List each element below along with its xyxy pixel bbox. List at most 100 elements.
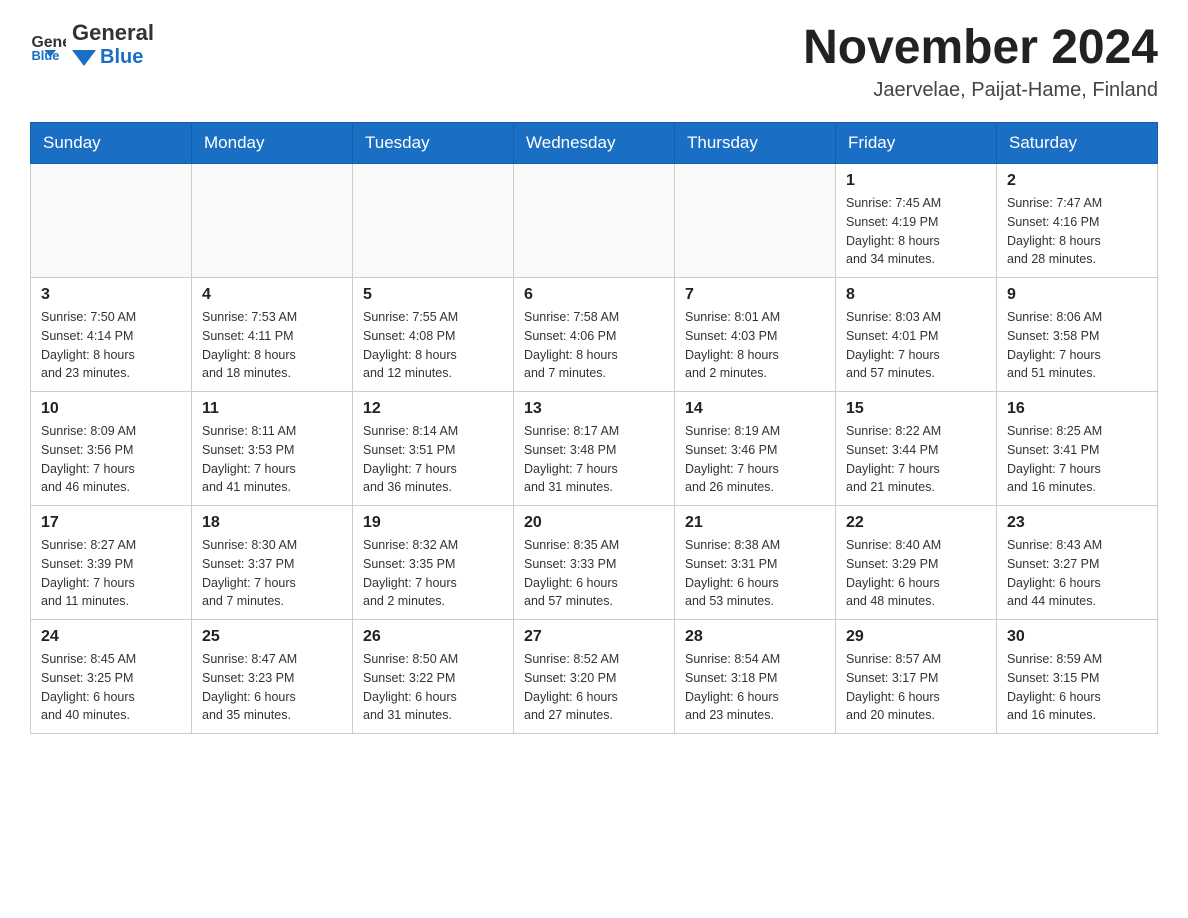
- day-header-wednesday: Wednesday: [514, 123, 675, 164]
- logo: General Blue General Blue: [30, 20, 154, 69]
- calendar-cell: 1Sunrise: 7:45 AM Sunset: 4:19 PM Daylig…: [836, 164, 997, 278]
- day-info: Sunrise: 7:58 AM Sunset: 4:06 PM Dayligh…: [524, 308, 664, 383]
- day-number: 12: [363, 400, 503, 418]
- day-info: Sunrise: 8:38 AM Sunset: 3:31 PM Dayligh…: [685, 536, 825, 611]
- day-number: 25: [202, 628, 342, 646]
- day-info: Sunrise: 8:43 AM Sunset: 3:27 PM Dayligh…: [1007, 536, 1147, 611]
- calendar-cell: 11 Sunrise: 8:11 AM Sunset: 3:53 PM Dayli…: [192, 392, 353, 506]
- day-info: Sunrise: 8:40 AM Sunset: 3:29 PM Dayligh…: [846, 536, 986, 611]
- day-info: Sunrise: 8:30 AM Sunset: 3:37 PM Dayligh…: [202, 536, 342, 611]
- calendar-cell: [31, 164, 192, 278]
- day-info: Sunrise: 8:50 AM Sunset: 3:22 PM Dayligh…: [363, 650, 503, 725]
- day-header-monday: Monday: [192, 123, 353, 164]
- calendar-cell: 14 Sunrise: 8:19 AM Sunset: 3:46 PM Dayli…: [675, 392, 836, 506]
- day-info: Sunrise: 8:25 AM Sunset: 3:41 PM Dayligh…: [1007, 422, 1147, 497]
- day-header-thursday: Thursday: [675, 123, 836, 164]
- day-info: Sunrise: 8:45 AM Sunset: 3:25 PM Dayligh…: [41, 650, 181, 725]
- day-number: 27: [524, 628, 664, 646]
- calendar-cell: 6 Sunrise: 7:58 AM Sunset: 4:06 PM Daylig…: [514, 278, 675, 392]
- day-number: 8: [846, 286, 986, 304]
- day-number: 7: [685, 286, 825, 304]
- calendar-cell: [192, 164, 353, 278]
- day-info: Sunrise: 8:27 AM Sunset: 3:39 PM Dayligh…: [41, 536, 181, 611]
- week-row-4: 17 Sunrise: 8:27 AM Sunset: 3:39 PM Dayli…: [31, 506, 1158, 620]
- day-number: 4: [202, 286, 342, 304]
- calendar-cell: 7 Sunrise: 8:01 AM Sunset: 4:03 PM Daylig…: [675, 278, 836, 392]
- day-number: 14: [685, 400, 825, 418]
- day-info: Sunrise: 8:14 AM Sunset: 3:51 PM Dayligh…: [363, 422, 503, 497]
- day-number: 23: [1007, 514, 1147, 532]
- calendar-cell: 8 Sunrise: 8:03 AM Sunset: 4:01 PM Daylig…: [836, 278, 997, 392]
- day-number: 17: [41, 514, 181, 532]
- day-info: Sunrise: 8:01 AM Sunset: 4:03 PM Dayligh…: [685, 308, 825, 383]
- day-number: 10: [41, 400, 181, 418]
- day-info: Sunrise: 8:59 AM Sunset: 3:15 PM Dayligh…: [1007, 650, 1147, 725]
- day-number: 29: [846, 628, 986, 646]
- day-info: Sunrise: 7:50 AM Sunset: 4:14 PM Dayligh…: [41, 308, 181, 383]
- day-info: Sunrise: 8:32 AM Sunset: 3:35 PM Dayligh…: [363, 536, 503, 611]
- calendar-cell: 28 Sunrise: 8:54 AM Sunset: 3:18 PM Dayli…: [675, 620, 836, 734]
- day-info: Sunrise: 8:19 AM Sunset: 3:46 PM Dayligh…: [685, 422, 825, 497]
- calendar-cell: 20 Sunrise: 8:35 AM Sunset: 3:33 PM Dayli…: [514, 506, 675, 620]
- day-header-tuesday: Tuesday: [353, 123, 514, 164]
- day-info: Sunrise: 8:54 AM Sunset: 3:18 PM Dayligh…: [685, 650, 825, 725]
- calendar-cell: 22 Sunrise: 8:40 AM Sunset: 3:29 PM Dayli…: [836, 506, 997, 620]
- day-number: 21: [685, 514, 825, 532]
- day-number: 24: [41, 628, 181, 646]
- day-number: 1: [846, 172, 986, 190]
- day-info: Sunrise: 8:03 AM Sunset: 4:01 PM Dayligh…: [846, 308, 986, 383]
- week-row-5: 24 Sunrise: 8:45 AM Sunset: 3:25 PM Dayli…: [31, 620, 1158, 734]
- day-number: 20: [524, 514, 664, 532]
- calendar-cell: 2Sunrise: 7:47 AM Sunset: 4:16 PM Daylig…: [997, 164, 1158, 278]
- day-number: 30: [1007, 628, 1147, 646]
- calendar-cell: 17 Sunrise: 8:27 AM Sunset: 3:39 PM Dayli…: [31, 506, 192, 620]
- day-info: Sunrise: 7:53 AM Sunset: 4:11 PM Dayligh…: [202, 308, 342, 383]
- calendar-cell: 13Sunrise: 8:17 AM Sunset: 3:48 PM Dayli…: [514, 392, 675, 506]
- day-number: 11: [202, 400, 342, 418]
- svg-text:Blue: Blue: [31, 48, 59, 63]
- day-number: 13: [524, 400, 664, 418]
- day-number: 6: [524, 286, 664, 304]
- day-info: Sunrise: 8:11 AM Sunset: 3:53 PM Dayligh…: [202, 422, 342, 497]
- calendar-cell: [514, 164, 675, 278]
- day-number: 3: [41, 286, 181, 304]
- day-number: 15: [846, 400, 986, 418]
- calendar-cell: [675, 164, 836, 278]
- calendar-header-row: SundayMondayTuesdayWednesdayThursdayFrid…: [31, 123, 1158, 164]
- logo-icon: General Blue: [30, 27, 66, 63]
- day-info: Sunrise: 8:47 AM Sunset: 3:23 PM Dayligh…: [202, 650, 342, 725]
- month-year-title: November 2024: [803, 20, 1158, 75]
- week-row-1: 1Sunrise: 7:45 AM Sunset: 4:19 PM Daylig…: [31, 164, 1158, 278]
- calendar-cell: 23 Sunrise: 8:43 AM Sunset: 3:27 PM Dayli…: [997, 506, 1158, 620]
- page-header: General Blue General Blue November 2024 …: [30, 20, 1158, 102]
- day-info: Sunrise: 8:35 AM Sunset: 3:33 PM Dayligh…: [524, 536, 664, 611]
- calendar-cell: 26Sunrise: 8:50 AM Sunset: 3:22 PM Dayli…: [353, 620, 514, 734]
- calendar-cell: 21 Sunrise: 8:38 AM Sunset: 3:31 PM Dayli…: [675, 506, 836, 620]
- day-number: 28: [685, 628, 825, 646]
- day-number: 5: [363, 286, 503, 304]
- day-header-saturday: Saturday: [997, 123, 1158, 164]
- day-info: Sunrise: 8:09 AM Sunset: 3:56 PM Dayligh…: [41, 422, 181, 497]
- week-row-3: 10 Sunrise: 8:09 AM Sunset: 3:56 PM Dayli…: [31, 392, 1158, 506]
- day-info: Sunrise: 8:52 AM Sunset: 3:20 PM Dayligh…: [524, 650, 664, 725]
- day-number: 18: [202, 514, 342, 532]
- day-number: 16: [1007, 400, 1147, 418]
- calendar-cell: 12 Sunrise: 8:14 AM Sunset: 3:51 PM Dayli…: [353, 392, 514, 506]
- calendar-cell: 18 Sunrise: 8:30 AM Sunset: 3:37 PM Dayli…: [192, 506, 353, 620]
- day-header-friday: Friday: [836, 123, 997, 164]
- day-number: 22: [846, 514, 986, 532]
- calendar-cell: 10 Sunrise: 8:09 AM Sunset: 3:56 PM Dayli…: [31, 392, 192, 506]
- calendar-table: SundayMondayTuesdayWednesdayThursdayFrid…: [30, 122, 1158, 734]
- day-number: 9: [1007, 286, 1147, 304]
- calendar-cell: 29Sunrise: 8:57 AM Sunset: 3:17 PM Dayli…: [836, 620, 997, 734]
- calendar-cell: 24 Sunrise: 8:45 AM Sunset: 3:25 PM Dayli…: [31, 620, 192, 734]
- week-row-2: 3 Sunrise: 7:50 AM Sunset: 4:14 PM Daylig…: [31, 278, 1158, 392]
- day-number: 19: [363, 514, 503, 532]
- calendar-cell: 4 Sunrise: 7:53 AM Sunset: 4:11 PM Daylig…: [192, 278, 353, 392]
- calendar-cell: 16 Sunrise: 8:25 AM Sunset: 3:41 PM Dayli…: [997, 392, 1158, 506]
- calendar-cell: [353, 164, 514, 278]
- day-number: 2: [1007, 172, 1147, 190]
- calendar-cell: 30 Sunrise: 8:59 AM Sunset: 3:15 PM Dayli…: [997, 620, 1158, 734]
- logo-general: General: [72, 20, 154, 46]
- calendar-cell: 5Sunrise: 7:55 AM Sunset: 4:08 PM Daylig…: [353, 278, 514, 392]
